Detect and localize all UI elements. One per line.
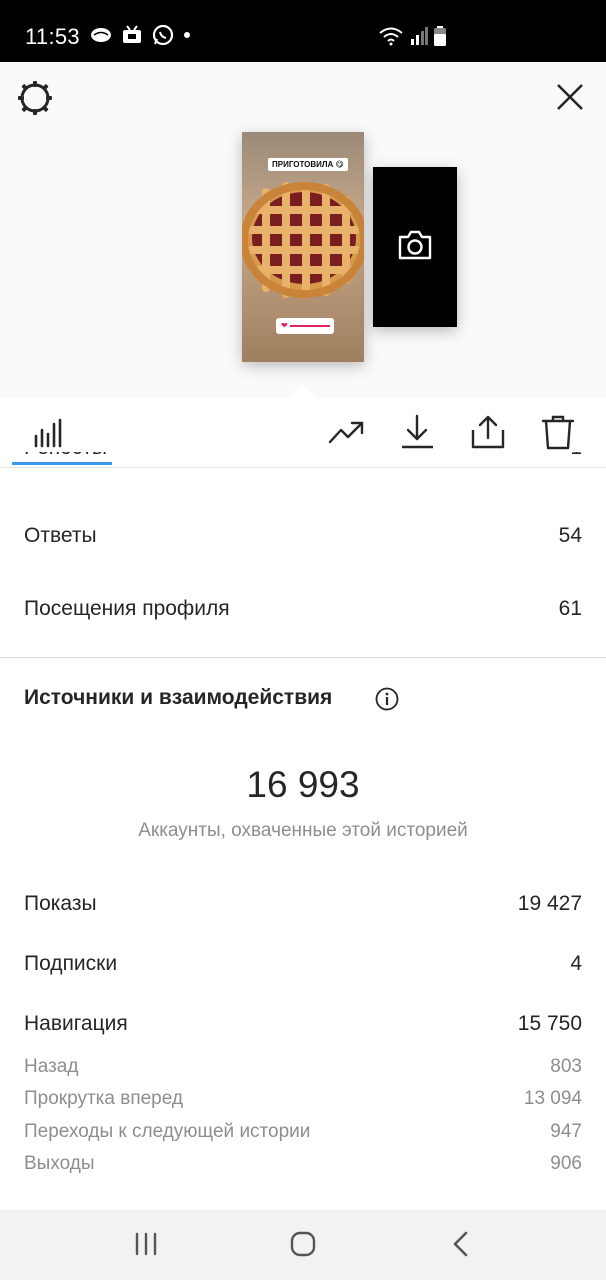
status-icons-right <box>378 26 446 46</box>
wifi-icon <box>379 27 403 46</box>
sub-value: 13 094 <box>523 1088 582 1109</box>
story-thumbnail[interactable]: ПРИГОТОВИЛА 😋 ❤ <box>242 132 364 362</box>
sub-label: Прокрутка вперед <box>24 1088 183 1109</box>
reach-number: 16 993 <box>246 764 360 805</box>
notification-icon <box>123 25 141 43</box>
stat-row-profile-visits: Посещения профиля 61 <box>24 597 582 621</box>
stat-value: 19 427 <box>517 892 582 915</box>
status-icons-left <box>90 24 190 46</box>
story-preview-area: ПРИГОТОВИЛА 😋 ❤ <box>0 62 606 398</box>
sub-row-forward: Прокрутка вперед 13 094 <box>24 1088 582 1110</box>
sub-row-exits: Выходы 906 <box>24 1153 582 1175</box>
stat-label: Показы <box>24 892 97 915</box>
home-icon[interactable] <box>290 1231 316 1257</box>
recent-apps-icon[interactable] <box>133 1232 159 1256</box>
battery-icon <box>434 26 446 46</box>
section-divider <box>0 657 606 658</box>
slider-track <box>290 325 330 327</box>
share-icon[interactable] <box>470 414 506 450</box>
system-nav-bar <box>0 1210 606 1280</box>
heart-eyes-icon: ❤ <box>281 321 288 330</box>
stat-label: Навигация <box>24 1012 128 1035</box>
sub-label: Выходы <box>24 1153 95 1174</box>
status-bar: 11:53 <box>0 0 606 62</box>
sub-row-back: Назад 803 <box>24 1056 582 1078</box>
stat-row-follows: Подписки 4 <box>24 952 582 976</box>
delete-icon[interactable] <box>540 414 576 450</box>
dot-icon <box>184 32 190 38</box>
stat-row-reposts: Репосты 1 <box>24 452 582 472</box>
stat-label: Репосты <box>24 452 107 460</box>
sub-value: 803 <box>550 1056 582 1077</box>
sub-label: Назад <box>24 1056 79 1077</box>
emoji-slider-sticker: ❤ <box>276 318 334 334</box>
signal-icon <box>411 27 428 45</box>
whatsapp-icon <box>152 24 174 46</box>
sub-label: Переходы к следующей истории <box>24 1121 311 1142</box>
stat-label: Посещения профиля <box>24 597 230 620</box>
settings-icon[interactable] <box>17 80 53 116</box>
reach-label: Аккаунты, охваченные этой историей <box>138 820 468 841</box>
sub-row-next-story: Переходы к следующей истории 947 <box>24 1121 582 1143</box>
download-icon[interactable] <box>400 414 436 450</box>
status-time: 11:53 <box>25 24 80 49</box>
stat-row-replies: Ответы 54 <box>24 524 582 548</box>
insights-icon[interactable] <box>30 414 66 450</box>
sub-value: 947 <box>550 1121 582 1142</box>
pie-image <box>242 182 364 298</box>
stat-value: 1 <box>570 452 582 460</box>
section-title: Источники и взаимодействия <box>24 686 333 709</box>
stat-label: Ответы <box>24 524 97 547</box>
sub-value: 906 <box>550 1153 582 1174</box>
message-icon <box>91 28 111 42</box>
stat-value: 4 <box>570 952 582 975</box>
camera-icon <box>398 230 432 260</box>
close-icon[interactable] <box>555 82 585 112</box>
back-icon[interactable] <box>451 1231 471 1257</box>
stat-label: Подписки <box>24 952 118 975</box>
stat-row-navigation: Навигация 15 750 <box>24 1012 582 1036</box>
stat-row-impressions: Показы 19 427 <box>24 892 582 916</box>
add-story-card[interactable] <box>373 167 457 327</box>
stat-value: 54 <box>558 524 582 547</box>
stat-value: 15 750 <box>517 1012 582 1035</box>
stat-value: 61 <box>558 597 582 620</box>
info-icon[interactable] <box>375 687 399 711</box>
story-caption: ПРИГОТОВИЛА 😋 <box>268 158 348 171</box>
trend-icon[interactable] <box>328 414 364 450</box>
selection-caret <box>288 384 316 398</box>
